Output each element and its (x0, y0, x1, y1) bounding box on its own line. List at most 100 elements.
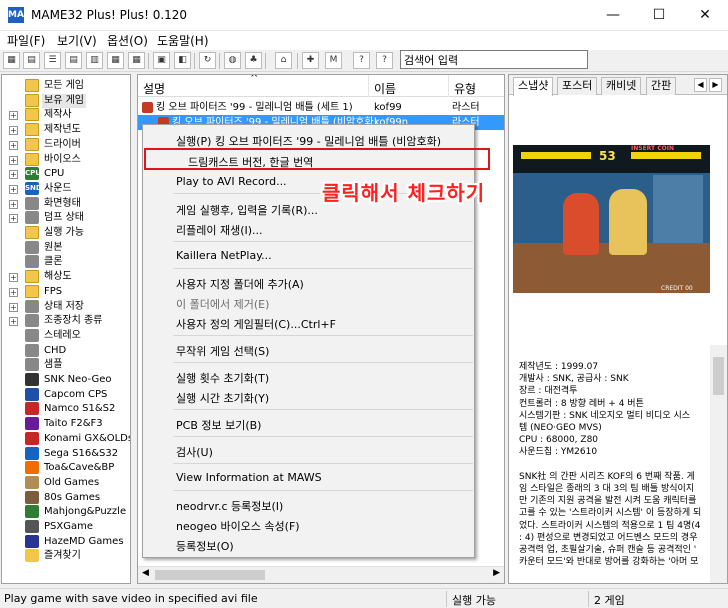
tree-item[interactable]: 80s Games (2, 490, 130, 505)
tab-cabinet[interactable]: 캐비넷 (601, 77, 642, 95)
maximize-button[interactable]: ☐ (636, 0, 682, 31)
tab-scroll-right-icon[interactable]: ▶ (709, 78, 722, 92)
scroll-right-icon[interactable]: ▶ (493, 568, 500, 578)
app-icon[interactable]: MAME (8, 7, 39, 23)
tree-item[interactable]: CHD (2, 343, 130, 358)
horizontal-scrollbar[interactable]: ◀ ▶ (138, 566, 504, 583)
joystick-icon[interactable]: ♣ (245, 52, 262, 69)
tree-item[interactable]: + 조종장치 종류 (2, 314, 130, 328)
tab-scroll-left-icon[interactable]: ◀ (694, 78, 707, 92)
vertical-scrollbar[interactable] (710, 345, 727, 583)
search-input[interactable] (400, 50, 588, 69)
game-info-icon[interactable]: ◍ (224, 52, 241, 69)
tree-item[interactable]: SNK Neo-Geo (2, 373, 130, 387)
expand-icon[interactable]: + (9, 126, 18, 136)
menu-random-game[interactable]: 무작위 게임 선택(S) (176, 343, 269, 359)
view-grouped-icon[interactable]: ▥ (86, 52, 103, 69)
menu-bios-properties[interactable]: neogeo 바이오스 속성(F) (176, 518, 300, 534)
tree-item[interactable]: 클론 (2, 255, 130, 269)
menu-add-folder[interactable]: 사용자 지정 폴더에 추가(A) (176, 276, 304, 292)
tree-item[interactable]: 스테레오 (2, 328, 130, 343)
help-icon[interactable]: ? (376, 52, 393, 69)
tree-item[interactable]: HazeMD Games (2, 534, 130, 549)
search-games-icon[interactable]: ✚ (302, 52, 319, 69)
tree-item[interactable]: 원본 (2, 240, 130, 255)
refresh-icon[interactable]: ↻ (199, 52, 216, 69)
tab-snapshot[interactable]: 스냅샷 (513, 77, 554, 96)
about-icon[interactable]: ? (353, 52, 370, 69)
view-large-icons-icon[interactable]: ▦ (3, 52, 20, 69)
tree-item[interactable]: 모든 게임 (2, 79, 130, 93)
expand-icon[interactable]: + (9, 155, 18, 165)
tree-item[interactable]: PSXGame (2, 520, 130, 534)
menu-pcb-info[interactable]: PCB 정보 보기(B) (176, 417, 261, 433)
expand-icon[interactable]: + (9, 199, 18, 209)
menu-run-game[interactable]: 실행(P) 킹 오브 파이터즈 '99 - 밀레니엄 배틀 (비암호화) (176, 133, 441, 149)
column-name[interactable]: 이름 (374, 80, 396, 97)
column-description[interactable]: 설명 (143, 80, 165, 97)
tree-item[interactable]: + 해상도 (2, 270, 130, 284)
expand-icon[interactable]: + (9, 140, 18, 150)
view-list-icon[interactable]: ☰ (44, 52, 61, 69)
close-button[interactable]: ✕ (682, 0, 728, 31)
tree-item[interactable]: + SND 사운드 (2, 181, 130, 196)
view-small-icons-icon[interactable]: ▤ (23, 52, 40, 69)
tree-item[interactable]: Mahjong&Puzzle (2, 505, 130, 519)
view-tree-icon[interactable]: ▦ (107, 52, 124, 69)
tree-item[interactable]: 즐겨찾기 (2, 549, 130, 563)
tree-item[interactable]: Sega S16&S32 (2, 446, 130, 461)
tree-item[interactable]: + 드라이버 (2, 137, 130, 152)
tree-item[interactable]: + FPS (2, 284, 130, 299)
game-row[interactable]: 킹 오브 파이터즈 '99 - 밀레니엄 배틀 (세트 1) kof99 라스터 (138, 100, 504, 115)
tab-marquee[interactable]: 간판 (646, 77, 677, 95)
expand-icon[interactable]: + (9, 111, 18, 121)
menu-record-input[interactable]: 게임 실행후, 입력을 기록(R)... (176, 202, 318, 218)
expand-icon[interactable]: + (9, 287, 18, 297)
tree-item[interactable]: + 제작사 (2, 108, 130, 122)
menu-driver-properties[interactable]: neodrvr.c 등록정보(I) (176, 498, 283, 514)
menu-dreamcast-korean[interactable]: 드림캐스트 버전, 한글 번역 (188, 154, 313, 170)
tree-item[interactable]: Namco S1&S2 (2, 402, 130, 416)
menu-reset-play-count[interactable]: 실행 횟수 초기화(T) (176, 370, 269, 386)
expand-icon[interactable]: + (9, 170, 18, 180)
menu-replay[interactable]: 리플레이 재생(I)... (176, 222, 263, 238)
tab-poster[interactable]: 포스터 (557, 77, 598, 95)
folder-toggle-icon[interactable]: ▣ (153, 52, 170, 69)
menu-maws[interactable]: View Information at MAWS (176, 471, 322, 484)
tree-item[interactable]: + 상태 저장 (2, 299, 130, 314)
mame-icon[interactable]: M (325, 52, 342, 69)
scroll-thumb[interactable] (713, 357, 724, 395)
tree-item[interactable]: + CPU CPU (2, 167, 130, 181)
view-details-icon[interactable]: ▤ (65, 52, 82, 69)
scroll-thumb[interactable] (155, 570, 265, 580)
minimize-button[interactable]: — (590, 0, 636, 31)
menu-audit[interactable]: 검사(U) (176, 444, 213, 460)
menu-play-avi[interactable]: Play to AVI Record... (176, 175, 287, 188)
tree-item[interactable]: Taito F2&F3 (2, 417, 130, 431)
expand-icon[interactable]: + (9, 214, 18, 224)
tree-item[interactable]: Old Games (2, 475, 130, 490)
tree-item[interactable]: + 화면형태 (2, 196, 130, 211)
menu-reset-play-time[interactable]: 실행 시간 초기화(Y) (176, 390, 269, 406)
folder-list-icon[interactable]: ◧ (174, 52, 191, 69)
tree-item[interactable]: + 덤프 상태 (2, 211, 130, 225)
column-type[interactable]: 유형 (454, 80, 476, 97)
home-icon[interactable]: ⌂ (275, 52, 292, 69)
menu-file[interactable]: 파일(F) (7, 32, 45, 49)
tree-item[interactable]: Capcom CPS (2, 387, 130, 402)
menu-custom-filter[interactable]: 사용자 정의 게임필터(C)...Ctrl+F (176, 316, 336, 332)
tree-item[interactable]: + 제작년도 (2, 123, 130, 137)
expand-icon[interactable]: + (9, 184, 18, 194)
expand-icon[interactable]: + (9, 302, 18, 312)
tree-item[interactable]: Konami GX&OLDs (2, 431, 130, 446)
tree-item[interactable]: + 바이오스 (2, 152, 130, 167)
scroll-left-icon[interactable]: ◀ (142, 568, 149, 578)
menu-kaillera[interactable]: Kaillera NetPlay... (176, 249, 272, 262)
tree-item[interactable]: 실행 가능 (2, 226, 130, 240)
tree-item[interactable]: Toa&Cave&BP (2, 461, 130, 475)
menu-view[interactable]: 보기(V) (57, 32, 97, 49)
menu-properties[interactable]: 등록정보(O) (176, 538, 234, 554)
tree-item[interactable]: 보유 게임 (2, 93, 130, 108)
view-tiles-icon[interactable]: ▦ (128, 52, 145, 69)
tree-item[interactable]: 샘플 (2, 358, 130, 372)
